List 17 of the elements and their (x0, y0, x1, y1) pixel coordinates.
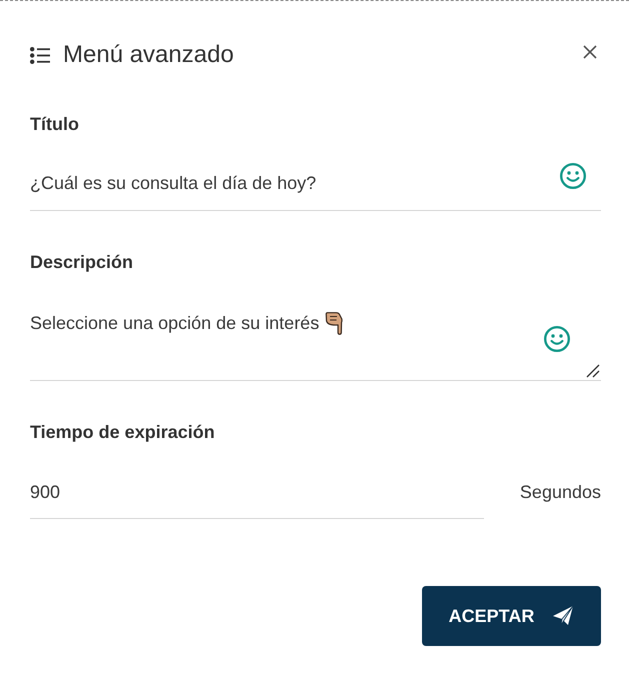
unit-label: Segundos (518, 481, 601, 504)
resize-handle-icon[interactable] (586, 364, 600, 378)
description-textarea-field[interactable]: Seleccione una opción de su interés (30, 298, 601, 381)
smiley-icon[interactable] (560, 163, 586, 189)
field-label: Descripción (30, 251, 134, 274)
accept-button[interactable]: ACEPTAR (422, 586, 601, 646)
paper-plane-icon (552, 605, 574, 627)
field-label: Título (30, 113, 79, 136)
title-input-field[interactable]: ¿Cuál es su consulta el día de hoy? (30, 160, 601, 211)
timeout-input-field[interactable]: 900 (30, 468, 484, 519)
list-icon (30, 46, 50, 64)
close-button[interactable] (583, 45, 597, 59)
dialog-title: Menú avanzado (63, 40, 234, 70)
smiley-icon[interactable] (544, 326, 570, 352)
pointing-down-hand-icon (325, 312, 344, 334)
field-label: Tiempo de expiración (30, 421, 215, 444)
close-icon (583, 45, 597, 59)
